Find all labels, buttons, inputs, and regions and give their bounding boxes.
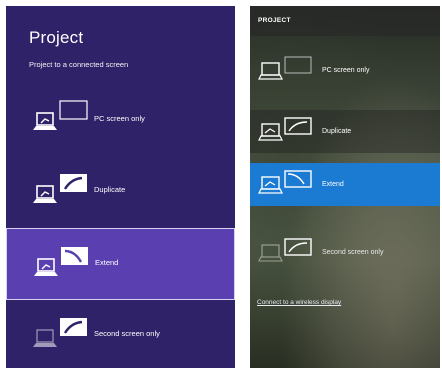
left-project-panel: Project Project to a connected screen PC… (6, 6, 235, 368)
monitor-icon (60, 318, 87, 336)
right-option-second-screen-only[interactable]: Second screen only (250, 231, 440, 274)
extend-icon (34, 247, 88, 276)
left-option-extend[interactable]: Extend (6, 228, 235, 300)
left-option-label: Extend (95, 258, 119, 267)
right-option-label: Second screen only (322, 249, 384, 256)
extend-icon (258, 170, 312, 194)
right-option-label: PC screen only (322, 67, 370, 74)
monitor-icon (284, 56, 312, 74)
right-panel-title: PROJECT (258, 17, 291, 24)
second-screen-only-icon (33, 318, 87, 347)
pc-screen-only-icon (33, 100, 88, 130)
monitor-icon (284, 238, 312, 256)
right-option-duplicate[interactable]: Duplicate (250, 110, 440, 153)
left-panel-subtitle: Project to a connected screen (29, 60, 129, 69)
laptop-icon (34, 258, 58, 276)
monitor-icon (60, 174, 87, 192)
right-option-label: Duplicate (322, 128, 352, 135)
monitor-icon (284, 117, 312, 135)
second-screen-only-icon (258, 238, 312, 262)
laptop-icon (33, 329, 57, 347)
right-option-label: Extend (322, 181, 344, 188)
monitor-icon (59, 100, 88, 120)
monitor-icon (284, 170, 312, 188)
left-panel-title: Project (29, 28, 84, 47)
left-option-label: Duplicate (94, 185, 126, 194)
left-option-duplicate[interactable]: Duplicate (6, 156, 235, 228)
right-project-panel: PROJECT PC screen only Duplicate Extend … (250, 6, 440, 368)
laptop-icon (33, 185, 57, 203)
laptop-icon (258, 62, 283, 80)
left-option-label: PC screen only (94, 114, 145, 123)
right-panel-header: PROJECT (250, 6, 440, 36)
monitor-icon (61, 247, 88, 265)
duplicate-icon (258, 117, 312, 141)
left-option-label: Second screen only (94, 329, 160, 338)
connect-wireless-display-link[interactable]: Connect to a wireless display (257, 299, 341, 306)
left-option-pc-screen-only[interactable]: PC screen only (6, 83, 235, 155)
pc-screen-only-icon (258, 56, 312, 80)
duplicate-icon (33, 174, 87, 203)
laptop-icon (258, 244, 283, 262)
laptop-icon (258, 176, 283, 194)
right-option-extend[interactable]: Extend (250, 163, 440, 206)
laptop-icon (33, 112, 57, 130)
laptop-icon (258, 123, 283, 141)
right-option-pc-screen-only[interactable]: PC screen only (250, 49, 440, 92)
left-option-second-screen-only[interactable]: Second screen only (6, 300, 235, 368)
